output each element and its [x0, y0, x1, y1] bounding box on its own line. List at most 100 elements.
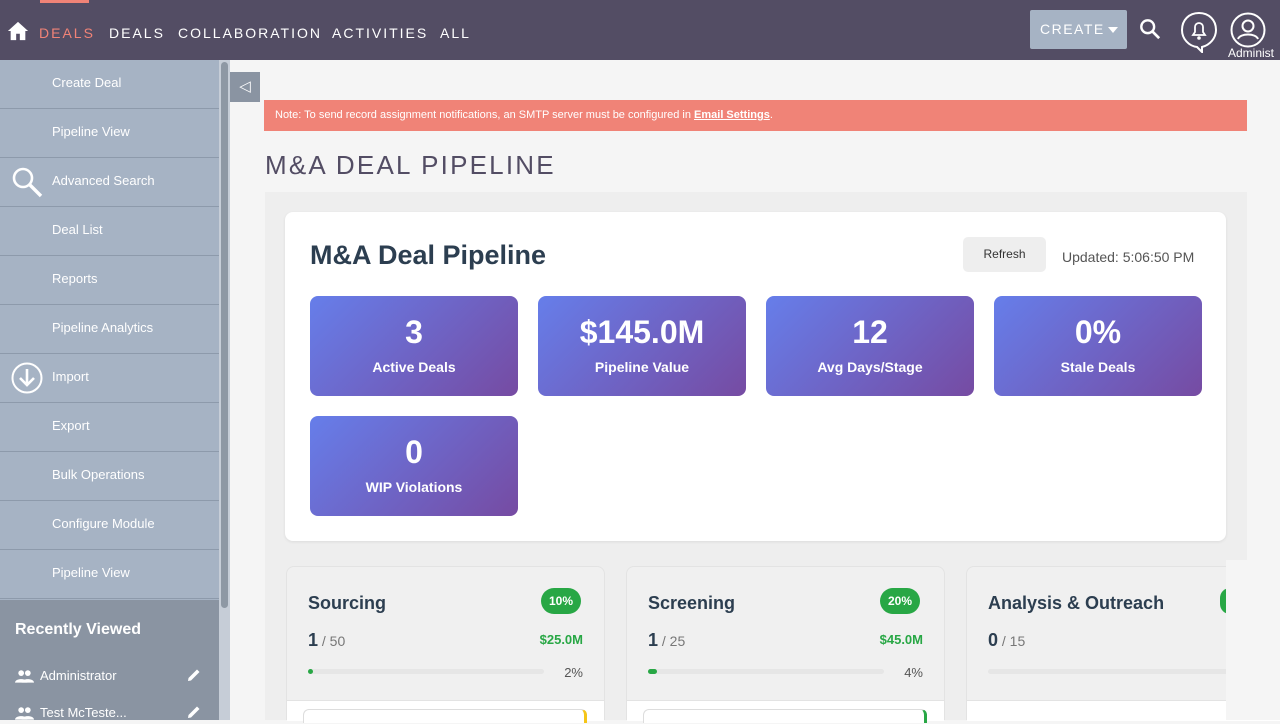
- sidebar-item-import[interactable]: Import: [0, 354, 219, 403]
- active-tab-indicator: [40, 0, 89, 3]
- stage-progress-bar: [308, 669, 544, 674]
- create-button[interactable]: CREATE: [1030, 10, 1127, 49]
- nav-tab-collaboration[interactable]: COLLABORATION: [178, 25, 322, 41]
- sidebar-item-advanced-search[interactable]: Advanced Search: [0, 158, 219, 207]
- sidebar-item-label: Pipeline View: [52, 124, 130, 139]
- users-icon: [15, 707, 34, 720]
- stat-value: 12: [852, 314, 888, 350]
- users-icon: [15, 670, 34, 683]
- nav-tab-all[interactable]: ALL: [440, 25, 471, 41]
- nav-tab-activities[interactable]: ACTIVITIES: [332, 25, 428, 41]
- user-name-label[interactable]: Administ: [1228, 46, 1274, 60]
- sidebar-item-label: Reports: [52, 271, 98, 286]
- alert-text: Note: To send record assignment notifica…: [275, 109, 695, 121]
- dashboard-title: M&A Deal Pipeline: [310, 240, 547, 270]
- stage-capacity: / 25: [658, 633, 686, 649]
- sidebar-item-configure-module[interactable]: Configure Module: [0, 501, 219, 550]
- sidebar-item-pipeline-analytics[interactable]: Pipeline Analytics: [0, 305, 219, 354]
- sidebar-item-label: Bulk Operations: [52, 467, 145, 482]
- sidebar-item-export[interactable]: Export: [0, 403, 219, 452]
- stage-column-sourcing: Sourcing 10% 1 / 50 $25.0M 2%: [286, 566, 605, 723]
- stage-count-value: 1: [648, 630, 659, 650]
- stage-value: $25.0M: [539, 632, 583, 647]
- stat-label: Active Deals: [372, 359, 456, 375]
- sidebar-item-deal-list[interactable]: Deal List: [0, 207, 219, 256]
- search-icon[interactable]: [1139, 18, 1161, 40]
- sidebar-item-label: Deal List: [52, 222, 103, 237]
- stage-column-screening: Screening 20% 1 / 25 $45.0M 4%: [626, 566, 945, 723]
- recent-item[interactable]: Test McTeste...: [15, 704, 210, 724]
- home-icon[interactable]: [7, 20, 29, 42]
- stage-count: 1 / 50: [308, 630, 345, 651]
- scroll-clip: [1226, 560, 1280, 720]
- stat-label: Stale Deals: [1060, 359, 1136, 375]
- sidebar-scrollbar-thumb[interactable]: [221, 62, 228, 608]
- stat-value: 0: [405, 434, 423, 470]
- sidebar-item-label: Pipeline Analytics: [52, 320, 154, 335]
- chevron-down-icon: [1108, 27, 1118, 33]
- stat-value: 0%: [1074, 314, 1122, 350]
- stage-utilization: 4%: [904, 665, 923, 680]
- sidebar-item-label: Pipeline View: [52, 565, 130, 580]
- recent-item-label[interactable]: Administrator: [40, 668, 117, 683]
- stage-utilization: 2%: [564, 665, 583, 680]
- stage-count: 0 / 15: [988, 630, 1025, 651]
- stat-pipeline-value: $145.0M Pipeline Value: [538, 296, 746, 396]
- stat-value: 3: [405, 314, 423, 350]
- sidebar-item-bulk-operations[interactable]: Bulk Operations: [0, 452, 219, 501]
- stage-progress-bar: [988, 669, 1248, 674]
- stage-probability-badge: 10%: [541, 588, 582, 614]
- recent-item-label[interactable]: Test McTeste...: [40, 705, 127, 720]
- stat-avg-days-stage: 12 Avg Days/Stage: [766, 296, 974, 396]
- sidebar-item-label: Import: [52, 369, 89, 384]
- stage-name: Sourcing: [308, 593, 387, 613]
- smtp-warning-alert: Note: To send record assignment notifica…: [264, 100, 1247, 131]
- nav-tab-deals-active[interactable]: DEALS: [39, 25, 95, 41]
- deal-card[interactable]: [303, 709, 587, 723]
- stage-capacity: / 15: [998, 633, 1026, 649]
- stat-label: WIP Violations: [365, 479, 463, 495]
- sidebar-item-pipeline-view[interactable]: Pipeline View: [0, 109, 219, 158]
- sidebar-item-label: Advanced Search: [52, 173, 155, 188]
- email-settings-link[interactable]: Email Settings: [694, 109, 770, 121]
- pencil-icon[interactable]: [187, 705, 201, 719]
- page-title: M&A DEAL PIPELINE: [265, 150, 556, 180]
- pencil-icon[interactable]: [187, 668, 201, 682]
- stage-probability-badge: 20%: [880, 588, 921, 614]
- deal-card[interactable]: [643, 709, 927, 723]
- sidebar: Create Deal Pipeline View Advanced Search D…: [0, 60, 219, 600]
- refresh-button[interactable]: Refresh: [963, 237, 1046, 272]
- alert-suffix: .: [769, 109, 773, 121]
- search-icon: [11, 166, 43, 198]
- stage-deal-list: [287, 700, 604, 723]
- stat-label: Avg Days/Stage: [817, 359, 923, 375]
- recently-viewed-panel: Recently Viewed Administrator Test McTes…: [0, 600, 219, 720]
- sidebar-item-label: Create Deal: [52, 75, 122, 90]
- nav-tab-deals[interactable]: DEALS: [109, 25, 165, 41]
- stat-label: Pipeline Value: [594, 359, 690, 375]
- recent-item[interactable]: Administrator: [15, 667, 210, 687]
- sidebar-item-reports[interactable]: Reports: [0, 256, 219, 305]
- updated-timestamp: Updated: 5:06:50 PM: [1062, 249, 1195, 265]
- create-button-label: CREATE: [1040, 21, 1105, 37]
- stage-count-value: 0: [988, 630, 999, 650]
- sidebar-item-label: Export: [52, 418, 90, 433]
- stage-name: Analysis & Outreach: [988, 593, 1165, 613]
- recently-viewed-title: Recently Viewed: [15, 621, 141, 638]
- stat-active-deals: 3 Active Deals: [310, 296, 518, 396]
- stage-name: Screening: [648, 593, 736, 613]
- stage-progress-fill: [308, 669, 313, 674]
- collapse-sidebar-button[interactable]: ◁: [230, 72, 260, 102]
- sidebar-item-pipeline-view[interactable]: Pipeline View: [0, 550, 219, 599]
- stage-value: $45.0M: [879, 632, 923, 647]
- stage-progress-fill: [648, 669, 658, 674]
- stage-count: 1 / 25: [648, 630, 685, 651]
- stage-deal-list: [627, 700, 944, 723]
- stage-progress-bar: [648, 669, 884, 674]
- top-navbar: DEALS DEALS COLLABORATION ACTIVITIES ALL…: [0, 0, 1280, 60]
- notifications-bell-icon[interactable]: [1180, 11, 1218, 53]
- sidebar-item-label: Configure Module: [52, 516, 155, 531]
- user-profile-icon[interactable]: [1230, 12, 1266, 48]
- stat-stale-deals: 0% Stale Deals: [994, 296, 1202, 396]
- sidebar-item-create-deal[interactable]: Create Deal: [0, 60, 219, 109]
